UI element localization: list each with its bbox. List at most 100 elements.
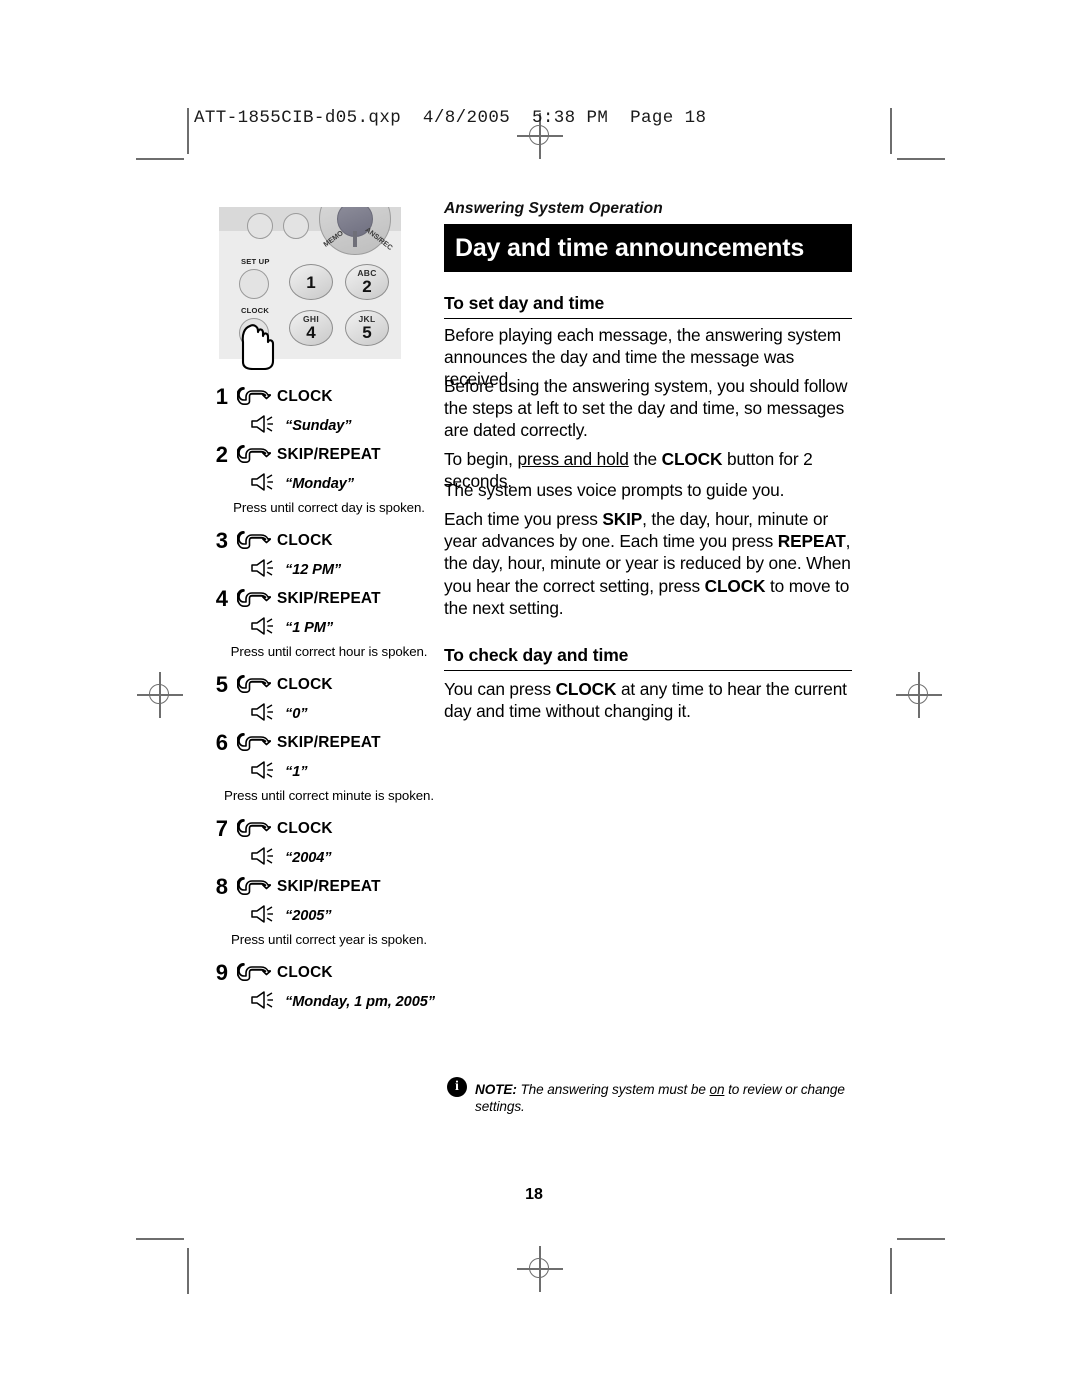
step-voice-prompt: “Sunday” bbox=[206, 412, 446, 440]
crop-mark-bottom-left-horizontal bbox=[136, 1238, 184, 1240]
pressing-hand-icon bbox=[241, 324, 275, 370]
speaker-icon-wrap bbox=[250, 904, 276, 929]
speaker-icon bbox=[251, 472, 273, 491]
pointing-hand-icon bbox=[236, 962, 272, 981]
step-button-label: CLOCK bbox=[277, 532, 333, 549]
step-row: 7 CLOCK bbox=[206, 814, 446, 844]
section-eyebrow: Answering System Operation bbox=[444, 200, 663, 217]
step-hint: Press until correct day is spoken. bbox=[233, 500, 425, 515]
step-row: 6 SKIP/REPEAT bbox=[206, 728, 446, 758]
press-and-hold-emphasis: press and hold bbox=[517, 449, 629, 469]
step-row: 4 SKIP/REPEAT bbox=[206, 584, 446, 614]
pointing-hand-icon-wrap bbox=[236, 961, 272, 986]
pointing-hand-icon-wrap bbox=[236, 443, 272, 468]
step-row: 5 CLOCK bbox=[206, 670, 446, 700]
speaker-icon bbox=[251, 990, 273, 1009]
speaker-icon-wrap bbox=[250, 616, 276, 641]
keypad-key-2: ABC 2 bbox=[345, 264, 389, 300]
info-icon: i bbox=[447, 1077, 467, 1097]
crop-mark-top-right-vertical bbox=[890, 108, 892, 154]
step-button-label: SKIP/REPEAT bbox=[277, 446, 381, 463]
voice-prompt-text: “Sunday” bbox=[285, 418, 352, 434]
clock-button-name-3: CLOCK bbox=[555, 679, 617, 699]
keypad-key-5: JKL 5 bbox=[345, 310, 389, 346]
step-hint: Press until correct minute is spoken. bbox=[224, 788, 434, 803]
speaker-icon-wrap bbox=[250, 414, 276, 439]
registration-mark-right bbox=[896, 672, 942, 718]
step-number: 2 bbox=[215, 442, 228, 467]
speaker-icon-wrap bbox=[250, 760, 276, 785]
keypad-label-setup: SET UP bbox=[241, 257, 270, 266]
step-voice-prompt: “2005” bbox=[206, 902, 446, 930]
step-row: 1 CLOCK bbox=[206, 382, 446, 412]
step-number: 7 bbox=[215, 816, 228, 841]
pointing-hand-icon bbox=[236, 386, 272, 405]
pointing-hand-icon bbox=[236, 732, 272, 751]
pointing-hand-icon-wrap bbox=[236, 673, 272, 698]
voice-prompt-text: “12 PM” bbox=[285, 562, 342, 578]
paragraph-skip-repeat-explain: Each time you press SKIP, the day, hour,… bbox=[444, 508, 858, 619]
step-voice-prompt: “12 PM” bbox=[206, 556, 446, 584]
step-button-label: CLOCK bbox=[277, 676, 333, 693]
voice-prompt-text: “1” bbox=[285, 764, 308, 780]
pointing-hand-icon bbox=[236, 674, 272, 693]
step-row: 8 SKIP/REPEAT bbox=[206, 872, 446, 902]
step-hint: Press until correct year is spoken. bbox=[230, 932, 428, 947]
note-text-a: The answering system must be bbox=[516, 1082, 710, 1097]
pointing-hand-icon-wrap bbox=[236, 817, 272, 842]
registration-mark-bottom bbox=[517, 1246, 563, 1292]
pointing-hand-icon-wrap bbox=[236, 385, 272, 410]
step-row: 3 CLOCK bbox=[206, 526, 446, 556]
pointing-hand-icon bbox=[236, 876, 272, 895]
voice-prompt-text: “Monday, 1 pm, 2005” bbox=[285, 994, 435, 1010]
step-row: 2 SKIP/REPEAT bbox=[206, 440, 446, 470]
voice-prompt-text: “0” bbox=[285, 706, 308, 722]
page-title: Day and time announcements bbox=[455, 233, 805, 262]
clock-button-name: CLOCK bbox=[661, 449, 723, 469]
step-number: 9 bbox=[215, 960, 228, 985]
crop-mark-top-left-horizontal bbox=[136, 158, 184, 160]
step-voice-prompt: “1 PM” bbox=[206, 614, 446, 642]
step-voice-prompt: “Monday, 1 pm, 2005” bbox=[206, 988, 446, 1016]
page-number: 18 bbox=[525, 1186, 543, 1203]
note-text: NOTE: The answering system must be on to… bbox=[475, 1076, 867, 1115]
keypad-dial-stem bbox=[353, 231, 357, 247]
crop-mark-top-right-horizontal bbox=[897, 158, 945, 160]
keypad-key-1: 1 bbox=[289, 264, 333, 300]
pointing-hand-icon bbox=[236, 530, 272, 549]
heading-to-set-day-and-time: To set day and time bbox=[444, 293, 852, 319]
voice-prompt-text: “2005” bbox=[285, 908, 332, 924]
speaker-icon-wrap bbox=[250, 846, 276, 871]
manual-page: ATT-1855CIB-d05.qxp 4/8/2005 5:38 PM Pag… bbox=[0, 0, 1080, 1397]
speaker-icon bbox=[251, 616, 273, 635]
skip-button-name: SKIP bbox=[602, 509, 643, 529]
speaker-icon-wrap bbox=[250, 702, 276, 727]
step-voice-prompt: “1” bbox=[206, 758, 446, 786]
voice-prompt-text: “2004” bbox=[285, 850, 332, 866]
pointing-hand-icon bbox=[236, 444, 272, 463]
page-title-bar: Day and time announcements bbox=[444, 224, 852, 272]
keypad-key-4: GHI 4 bbox=[289, 310, 333, 346]
step-number: 8 bbox=[215, 874, 228, 899]
step-row: 9 CLOCK bbox=[206, 958, 446, 988]
pointing-hand-icon-wrap bbox=[236, 529, 272, 554]
voice-prompt-text: “Monday” bbox=[285, 476, 354, 492]
step-number: 3 bbox=[215, 528, 228, 553]
to-begin-mid: the bbox=[628, 449, 662, 469]
printer-slug: ATT-1855CIB-d05.qxp 4/8/2005 5:38 PM Pag… bbox=[194, 108, 707, 128]
pointing-hand-icon bbox=[236, 818, 272, 837]
keypad-key-5-digit: 5 bbox=[362, 322, 372, 342]
step-button-label: SKIP/REPEAT bbox=[277, 878, 381, 895]
speaker-icon-wrap bbox=[250, 558, 276, 583]
crop-mark-bottom-left-vertical bbox=[187, 1248, 189, 1294]
registration-mark-left bbox=[137, 672, 183, 718]
speaker-icon bbox=[251, 702, 273, 721]
paragraph-voice-prompts: The system uses voice prompts to guide y… bbox=[444, 480, 785, 500]
speaker-icon bbox=[251, 558, 273, 577]
skip-pre: Each time you press bbox=[444, 509, 603, 529]
keypad-setup-button bbox=[239, 269, 269, 299]
pointing-hand-icon-wrap bbox=[236, 875, 272, 900]
repeat-button-name: REPEAT bbox=[777, 531, 846, 552]
pointing-hand-icon-wrap bbox=[236, 731, 272, 756]
step-button-label: CLOCK bbox=[277, 388, 333, 405]
